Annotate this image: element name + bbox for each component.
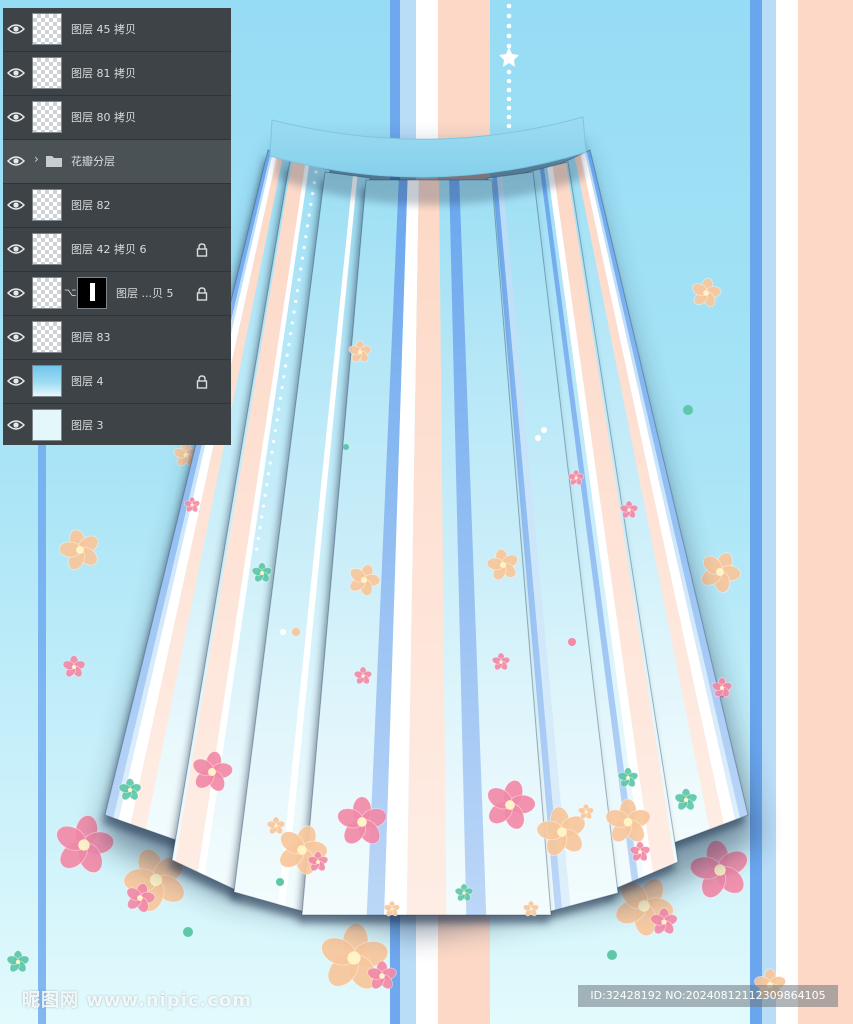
layer-thumbnail <box>32 101 62 133</box>
flower <box>6 950 30 973</box>
layer-thumbnail <box>32 233 62 265</box>
layer-name: 图层 82 <box>71 199 111 212</box>
layer-name: 图层 80 拷贝 <box>71 111 136 124</box>
flower <box>691 277 722 308</box>
watermark-id: ID:32428192 NO:20240812112309864105 <box>578 985 838 1007</box>
layer-row[interactable]: › 花瓣分层 <box>3 140 231 184</box>
layer-row[interactable]: 图层 80 拷贝 <box>3 96 231 140</box>
layer-name: 图层 45 拷贝 <box>71 23 136 36</box>
flower <box>58 529 99 571</box>
layer-thumbnail <box>32 365 62 397</box>
flower <box>700 552 741 593</box>
layers-panel: 图层 45 拷贝 图层 81 拷贝 图层 80 拷贝 › 花瓣分层图层 82 图层 42 … <box>3 8 231 445</box>
visibility-eye-icon[interactable] <box>7 330 25 344</box>
layer-row[interactable]: 图层 83 <box>3 316 231 360</box>
layer-name: 图层 3 <box>71 419 104 432</box>
layer-row[interactable]: ⌥ 图层 ...贝 5 <box>3 272 231 316</box>
layer-name: 图层 81 拷贝 <box>71 67 136 80</box>
lock-icon <box>195 286 209 301</box>
layer-thumbnail <box>32 321 62 353</box>
canvas: 图层 45 拷贝 图层 81 拷贝 图层 80 拷贝 › 花瓣分层图层 82 图层 42 … <box>0 0 853 1024</box>
layer-name: 花瓣分层 <box>71 155 115 168</box>
layer-row[interactable]: 图层 42 拷贝 6 <box>3 228 231 272</box>
watermark-site: 昵图网 www.nipic.com <box>22 990 253 1011</box>
layer-thumbnail <box>32 13 62 45</box>
layer-name: 图层 42 拷贝 6 <box>71 243 147 256</box>
visibility-eye-icon[interactable] <box>7 418 25 432</box>
folder-icon <box>45 153 63 167</box>
visibility-eye-icon[interactable] <box>7 154 25 168</box>
layer-row[interactable]: 图层 81 拷贝 <box>3 52 231 96</box>
visibility-eye-icon[interactable] <box>7 110 25 124</box>
visibility-eye-icon[interactable] <box>7 66 25 80</box>
lock-icon <box>195 242 209 257</box>
visibility-eye-icon[interactable] <box>7 286 25 300</box>
layer-mask-thumbnail[interactable] <box>77 277 107 309</box>
layer-name: 图层 4 <box>71 375 104 388</box>
visibility-eye-icon[interactable] <box>7 198 25 212</box>
lock-icon <box>195 374 209 389</box>
layer-row[interactable]: 图层 45 拷贝 <box>3 8 231 52</box>
visibility-eye-icon[interactable] <box>7 242 25 256</box>
layer-thumbnail <box>32 409 62 441</box>
layer-row[interactable]: 图层 82 <box>3 184 231 228</box>
link-chain-icon[interactable]: ⌥ <box>64 286 77 299</box>
layer-thumbnail <box>32 277 62 309</box>
layer-thumbnail <box>32 189 62 221</box>
layer-name: 图层 ...贝 5 <box>116 287 174 300</box>
layer-row[interactable]: 图层 3 <box>3 404 231 445</box>
visibility-eye-icon[interactable] <box>7 22 25 36</box>
layer-row[interactable]: 图层 4 <box>3 360 231 404</box>
chevron-right-icon[interactable]: › <box>34 152 39 166</box>
visibility-eye-icon[interactable] <box>7 374 25 388</box>
flower <box>62 655 86 678</box>
layer-name: 图层 83 <box>71 331 111 344</box>
layer-thumbnail <box>32 57 62 89</box>
